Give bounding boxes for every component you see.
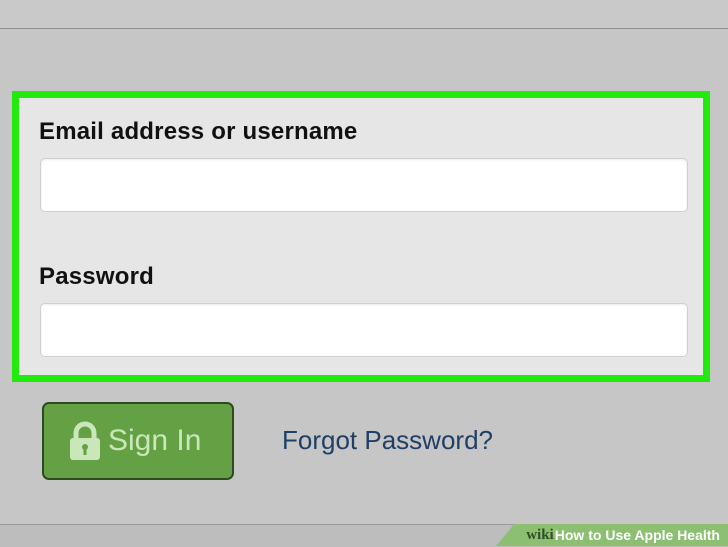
wikihow-watermark: wiki How to Use Apple Health [496, 524, 728, 546]
forgot-password-link[interactable]: Forgot Password? [282, 425, 493, 456]
watermark-title: to Use Apple Health [588, 527, 720, 543]
watermark-how: How [554, 527, 585, 543]
email-label: Email address or username [39, 118, 358, 145]
sign-in-button[interactable]: Sign In [42, 402, 234, 480]
lock-icon [68, 421, 102, 461]
email-field[interactable] [40, 158, 688, 212]
password-label: Password [39, 263, 154, 290]
login-form-highlight: Email address or username Password [12, 91, 710, 382]
sign-in-label: Sign In [108, 424, 202, 457]
top-bar [0, 0, 728, 29]
password-field[interactable] [40, 303, 688, 357]
watermark-wiki: wiki [526, 526, 554, 543]
